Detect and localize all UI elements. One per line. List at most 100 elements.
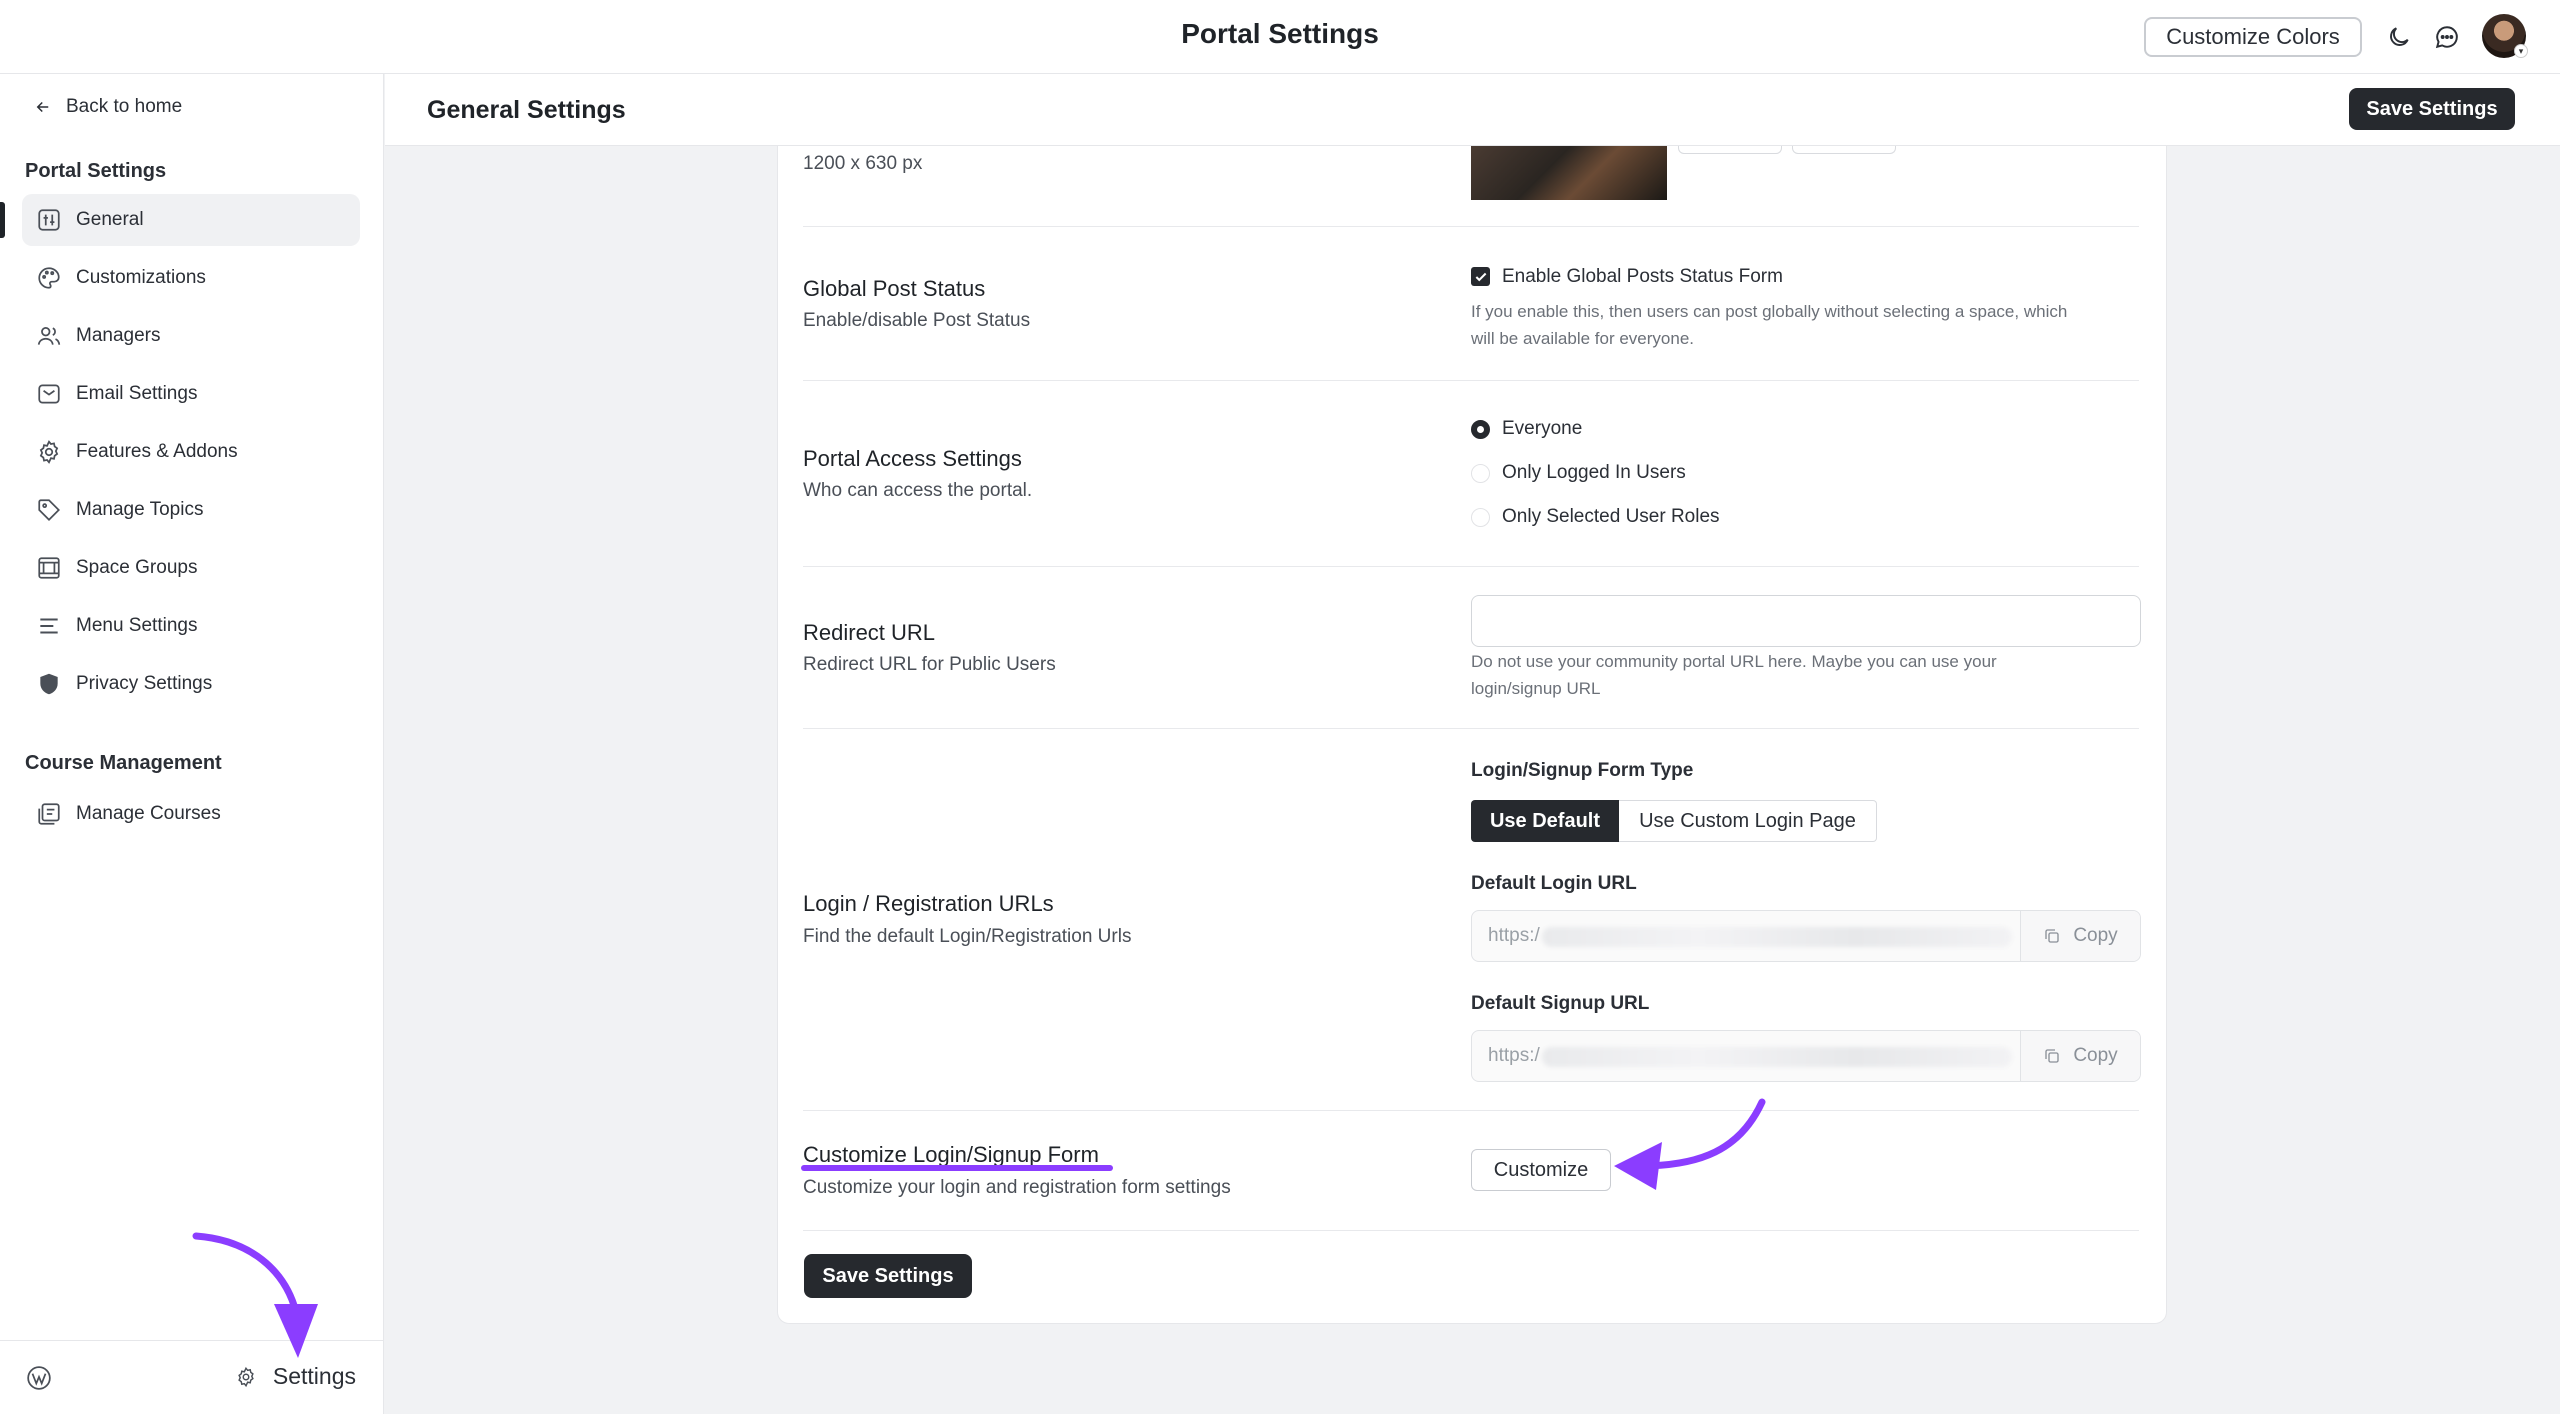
gear-icon [238, 1366, 254, 1387]
chevron-down-icon[interactable]: ▾ [2514, 44, 2528, 58]
customize-form-desc: Customize your login and registration fo… [803, 1177, 1231, 1198]
redacted-url [1542, 1047, 2012, 1067]
palette-icon [38, 267, 60, 289]
sidebar: Back to home Portal Settings General Cus… [0, 74, 384, 1414]
image-remove-button[interactable] [1792, 146, 1896, 154]
sidebar-item-manage-courses[interactable]: Manage Courses [22, 788, 360, 840]
menu-icon [40, 618, 58, 634]
customize-button[interactable]: Customize [1471, 1149, 1611, 1191]
grid-icon [38, 557, 60, 579]
signup-url-value: https:/ [1488, 1045, 1540, 1066]
back-label: Back to home [66, 96, 183, 117]
redirect-url-desc: Redirect URL for Public Users [803, 654, 1056, 675]
global-post-help-1: If you enable this, then users can post … [1471, 302, 2068, 321]
portal-access-title: Portal Access Settings [803, 446, 1022, 471]
check-icon [1475, 272, 1486, 281]
radio-everyone[interactable] [1471, 420, 1490, 439]
radio-selected-roles-label[interactable]: Only Selected User Roles [1502, 506, 1720, 528]
sidebar-item-label: Manage Topics [76, 499, 204, 520]
back-to-home-link[interactable]: Back to home [34, 96, 182, 118]
sidebar-item-label: Features & Addons [76, 441, 238, 462]
featured-image-thumbnail [1471, 146, 1667, 200]
copy-signup-url-button[interactable]: Copy [2020, 1031, 2140, 1081]
default-signup-url-label: Default Signup URL [1471, 993, 1650, 1014]
sidebar-item-managers[interactable]: Managers [22, 310, 360, 362]
sidebar-item-general[interactable]: General [22, 194, 360, 246]
radio-selected-roles[interactable] [1471, 508, 1490, 527]
divider [803, 728, 2139, 729]
save-settings-button-top[interactable]: Save Settings [2349, 88, 2515, 130]
sidebar-item-privacy-settings[interactable]: Privacy Settings [22, 658, 360, 710]
arrow-left-icon [36, 101, 49, 113]
copy-icon [2045, 929, 2059, 943]
divider [803, 1110, 2139, 1111]
courses-icon [38, 803, 60, 825]
shield-icon [40, 673, 58, 695]
sidebar-item-email-settings[interactable]: Email Settings [22, 368, 360, 420]
footer-settings-link[interactable]: Settings [235, 1363, 356, 1390]
redirect-url-input[interactable] [1471, 595, 2141, 647]
dark-mode-moon-icon[interactable] [2384, 22, 2414, 52]
use-custom-login-toggle[interactable]: Use Custom Login Page [1619, 800, 1877, 842]
global-posts-checkbox-label[interactable]: Enable Global Posts Status Form [1502, 266, 1783, 288]
divider [803, 1230, 2139, 1231]
sidebar-footer: Settings [0, 1340, 384, 1414]
footer-settings-label: Settings [272, 1363, 356, 1389]
default-signup-url-field[interactable]: https:/ Copy [1471, 1030, 2141, 1082]
page-title: General Settings [427, 96, 626, 124]
radio-logged-in-label[interactable]: Only Logged In Users [1502, 462, 1686, 484]
sidebar-item-manage-topics[interactable]: Manage Topics [22, 484, 360, 536]
copy-label: Copy [2073, 925, 2118, 946]
users-icon [37, 327, 61, 345]
customize-colors-button[interactable]: Customize Colors [2144, 17, 2362, 57]
login-url-value: https:/ [1488, 925, 1540, 946]
chat-icon[interactable] [2432, 22, 2462, 52]
active-indicator [0, 202, 5, 238]
global-post-status-title: Global Post Status [803, 276, 986, 301]
login-urls-desc: Find the default Login/Registration Urls [803, 926, 1132, 947]
sidebar-heading-portal-settings: Portal Settings [25, 160, 167, 182]
divider [803, 380, 2139, 381]
login-urls-title: Login / Registration URLs [803, 891, 1054, 916]
form-type-label: Login/Signup Form Type [1471, 760, 1694, 781]
sidebar-item-label: Customizations [76, 267, 206, 288]
portal-access-desc: Who can access the portal. [803, 480, 1033, 501]
copy-label: Copy [2073, 1045, 2118, 1066]
redirect-help-1: Do not use your community portal URL her… [1471, 652, 1997, 671]
sidebar-item-features-addons[interactable]: Features & Addons [22, 426, 360, 478]
sidebar-item-customizations[interactable]: Customizations [22, 252, 360, 304]
sidebar-item-space-groups[interactable]: Space Groups [22, 542, 360, 594]
image-change-button[interactable] [1678, 146, 1782, 154]
sidebar-item-label: Space Groups [76, 557, 198, 578]
default-login-url-field[interactable]: https:/ Copy [1471, 910, 2141, 962]
image-size-hint: 1200 x 630 px [803, 153, 923, 174]
redirect-help-2: login/signup URL [1471, 679, 1601, 698]
global-post-help-2: will be available for everyone. [1471, 329, 1695, 348]
radio-everyone-label[interactable]: Everyone [1502, 418, 1582, 440]
sidebar-item-menu-settings[interactable]: Menu Settings [22, 600, 360, 652]
copy-login-url-button[interactable]: Copy [2020, 911, 2140, 961]
copy-icon [2045, 1049, 2059, 1063]
sidebar-item-label: Manage Courses [76, 803, 221, 824]
page-header: General Settings [385, 74, 2560, 146]
wordpress-icon[interactable] [26, 1365, 52, 1391]
annotation-underline [801, 1165, 1113, 1171]
redacted-url [1542, 927, 2012, 947]
tag-icon [38, 499, 60, 521]
mail-icon [38, 384, 60, 404]
sidebar-heading-course-management: Course Management [25, 752, 222, 774]
use-default-toggle[interactable]: Use Default [1471, 800, 1619, 842]
sidebar-item-label: General [76, 209, 144, 230]
divider [803, 226, 2139, 227]
sidebar-item-label: Managers [76, 325, 161, 346]
sidebar-item-label: Menu Settings [76, 615, 198, 636]
global-posts-checkbox[interactable] [1471, 267, 1490, 286]
save-settings-button-bottom[interactable]: Save Settings [804, 1254, 972, 1298]
sidebar-item-label: Email Settings [76, 383, 198, 404]
gear-icon [39, 440, 59, 464]
divider [803, 566, 2139, 567]
sidebar-item-label: Privacy Settings [76, 673, 213, 694]
default-login-url-label: Default Login URL [1471, 873, 1637, 894]
global-post-status-desc: Enable/disable Post Status [803, 310, 1031, 331]
radio-logged-in[interactable] [1471, 464, 1490, 483]
